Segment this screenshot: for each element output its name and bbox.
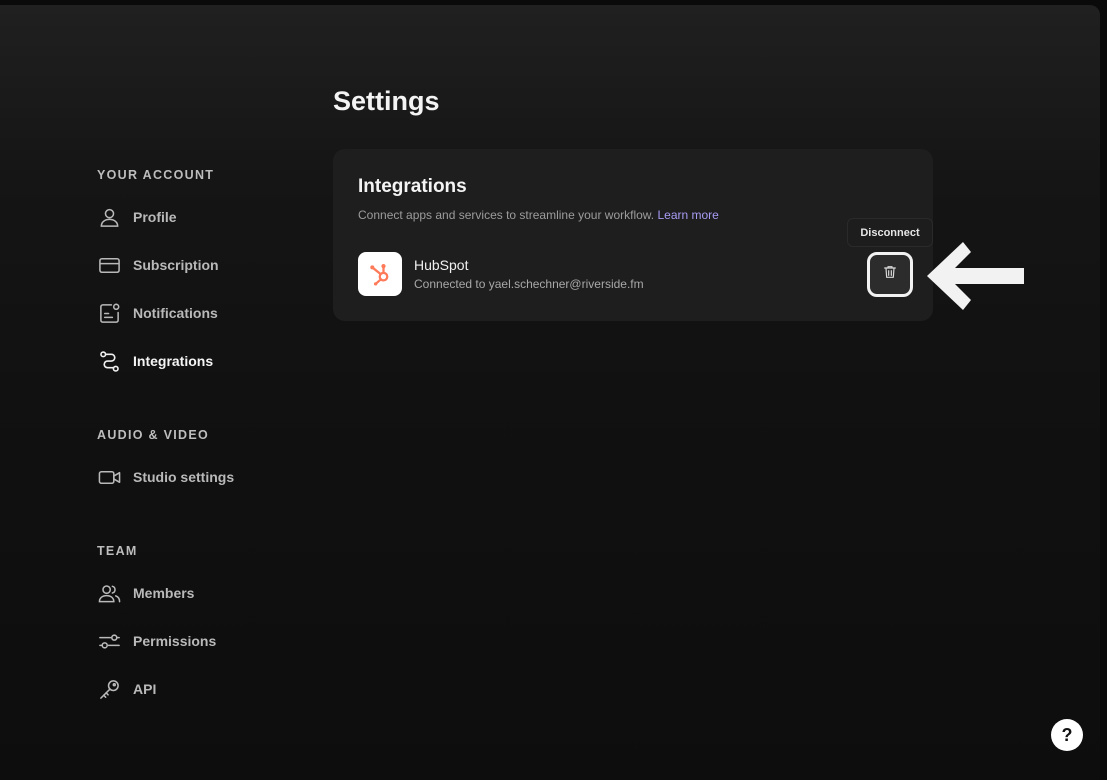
sidebar-item-label: Notifications (133, 305, 218, 321)
users-icon (97, 581, 121, 605)
integrations-title: Integrations (358, 176, 467, 197)
sliders-icon (97, 629, 121, 653)
sidebar-item-profile[interactable]: Profile (97, 203, 307, 231)
integrations-description: Connect apps and services to streamline … (358, 208, 719, 222)
sidebar-item-notifications[interactable]: Notifications (97, 299, 307, 327)
sidebar-item-api[interactable]: API (97, 675, 307, 703)
sidebar-item-integrations[interactable]: Integrations (97, 347, 307, 375)
disconnect-tooltip: Disconnect (847, 218, 933, 247)
sidebar-item-permissions[interactable]: Permissions (97, 627, 307, 655)
page-title: Settings (333, 86, 440, 116)
help-button[interactable]: ? (1051, 719, 1083, 751)
integrations-card: Integrations Connect apps and services t… (333, 149, 933, 321)
sidebar-item-label: Subscription (133, 257, 219, 273)
description-text: Connect apps and services to streamline … (358, 208, 655, 222)
sidebar-item-members[interactable]: Members (97, 579, 307, 607)
integrations-icon (97, 349, 121, 373)
sidebar-item-studio-settings[interactable]: Studio settings (97, 463, 307, 491)
sidebar-item-subscription[interactable]: Subscription (97, 251, 307, 279)
sidebar-item-label: Members (133, 585, 195, 601)
sidebar-item-label: Profile (133, 209, 177, 225)
integration-status: Connected to yael.schechner@riverside.fm (414, 277, 644, 291)
user-icon (97, 205, 121, 229)
sidebar-item-label: Permissions (133, 633, 217, 649)
key-icon (97, 677, 121, 701)
integration-name: HubSpot (414, 257, 469, 273)
credit-card-icon (97, 253, 121, 277)
trash-icon (882, 264, 898, 285)
video-camera-icon (97, 465, 121, 489)
notification-icon (97, 301, 121, 325)
left-arrow-annotation (927, 242, 1024, 310)
sidebar-item-label: API (133, 681, 157, 697)
learn-more-link[interactable]: Learn more (657, 208, 718, 222)
hubspot-logo (358, 252, 402, 296)
sidebar-item-label: Integrations (133, 353, 214, 369)
section-heading-team: TEAM (97, 544, 138, 558)
sidebar-item-label: Studio settings (133, 469, 235, 485)
disconnect-button[interactable] (867, 252, 913, 297)
settings-sidebar: YOUR ACCOUNT Profile Subscription Notifi… (97, 0, 317, 775)
section-heading-audio-video: AUDIO & VIDEO (97, 428, 210, 442)
section-heading-your-account: YOUR ACCOUNT (97, 168, 215, 182)
